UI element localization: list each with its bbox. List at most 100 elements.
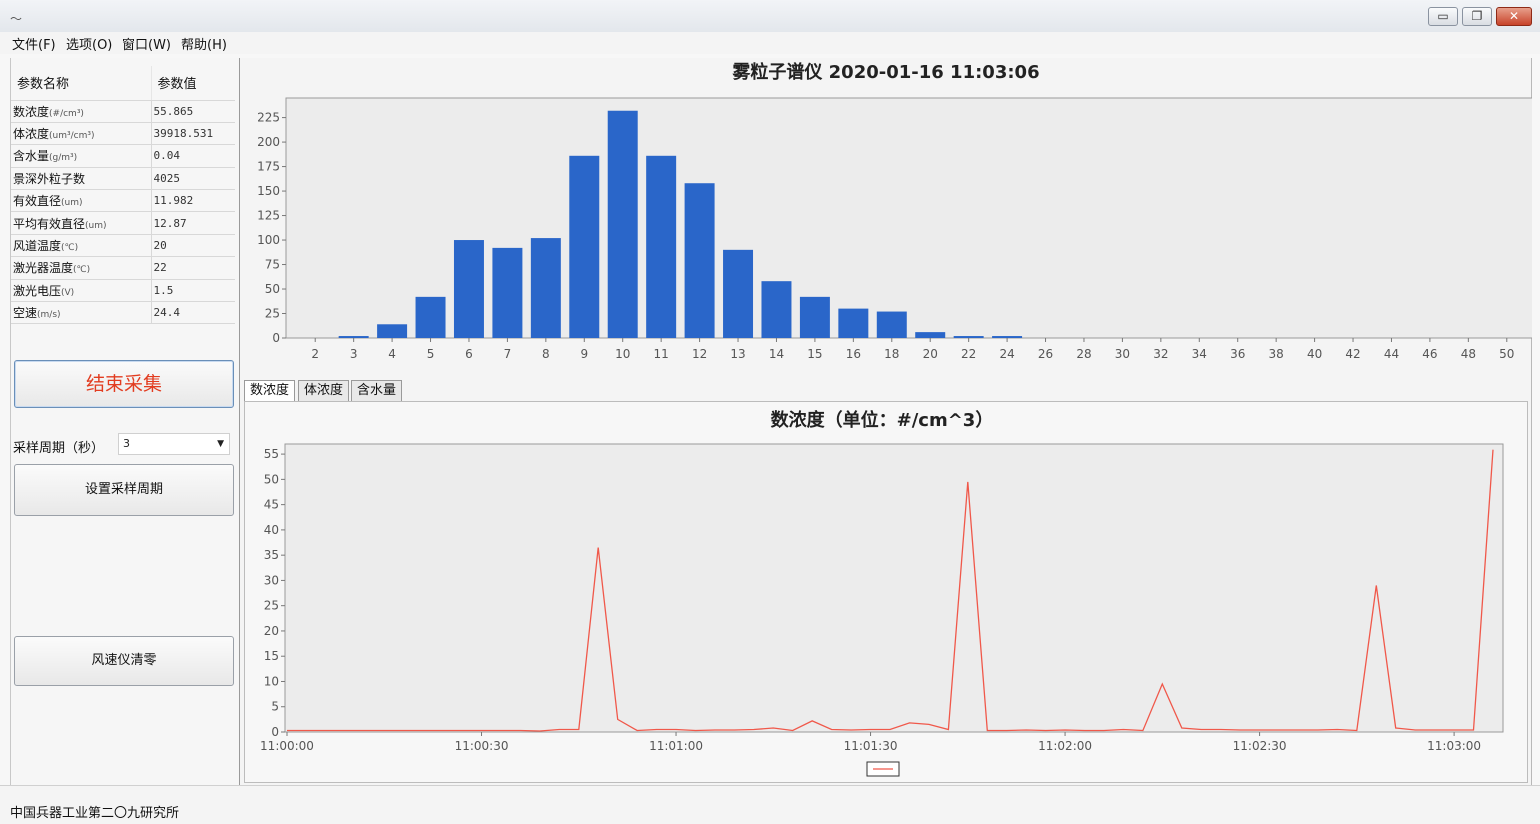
x-tick-label: 13 [730,347,745,361]
stop-collection-button[interactable]: 结束采集 [14,360,234,408]
column-header-value: 参数值 [150,66,235,101]
x-tick-label: 44 [1384,347,1399,361]
param-unit: (#/cm³) [49,108,84,119]
y-tick-label: 25 [265,307,280,321]
x-tick-label: 8 [542,347,550,361]
table-row: 含水量(g/m³) 0.04 [11,144,235,168]
size-distribution-chart: 雾粒子谱仪 2020-01-16 11:03:06 0 25 50 75 100 125 15… [240,58,1532,376]
param-name-cell: 激光电压(V) [11,279,151,303]
x-tick-label: 30 [1115,347,1130,361]
anemometer-reset-button[interactable]: 风速仪清零 [14,636,234,686]
line-chart-svg: 数浓度（单位：#/cm^3） 0 5 10 15 20 25 30 35 40 45 50 55 11:0… [260,409,1504,777]
table-header-row: 参数名称 参数值 [11,66,235,101]
x-tick-label: 22 [961,347,976,361]
param-name: 风道温度 [13,239,62,254]
param-name: 激光电压 [13,283,62,298]
table-row: 景深外粒子数 4025 [11,167,235,191]
x-tick-label: 32 [1153,347,1168,361]
param-value: 11.982 [150,189,235,213]
tab-number-concentration[interactable]: 数浓度 [244,380,296,402]
table-row: 有效直径(um) 11.982 [11,189,235,213]
param-value: 39918.531 [150,122,235,146]
y-tick-label: 175 [257,160,280,174]
x-tick-label: 11 [654,347,669,361]
tab-panel: 数浓度（单位：#/cm^3） 0 5 10 15 20 25 30 35 40 45 50 55 11:0… [244,401,1528,783]
x-tick-label: 46 [1422,347,1437,361]
x-tick-label: 15 [807,347,822,361]
param-name: 空速 [13,306,38,321]
menu-file[interactable]: 文件(F) [12,34,56,53]
bar [992,336,1023,338]
menu-window[interactable]: 窗口(W) [122,34,171,53]
plot-area [284,443,1504,733]
menu-bar: 文件(F) 选项(O) 窗口(W) 帮助(H) [0,32,1540,54]
param-unit: (g/m³) [49,153,78,164]
x-tick-label: 16 [846,347,861,361]
organization-label: 中国兵器工业第二〇九研究所 [10,806,180,821]
bar [915,332,946,338]
sampling-period-select[interactable]: 3 ▼ [118,433,230,455]
param-name-cell: 数浓度(#/cm³) [11,100,151,123]
x-tick-label: 38 [1269,347,1284,361]
set-sampling-period-button[interactable]: 设置采样周期 [14,464,234,516]
param-name: 激光器温度 [13,261,74,276]
x-tick-label: 7 [504,347,512,361]
x-tick-label: 10 [615,347,630,361]
table-row: 激光电压(V) 1.5 [11,279,235,303]
x-tick-label: 26 [1038,347,1053,361]
param-name: 含水量 [13,149,50,164]
sampling-period-value: 3 [123,437,130,450]
x-tick-label: 11:03:00 [1427,739,1481,753]
bar [530,238,561,338]
bar [838,308,869,338]
param-value: 24.4 [150,301,235,325]
menu-help[interactable]: 帮助(H) [181,34,227,53]
param-value: 20 [150,234,235,258]
menu-options[interactable]: 选项(O) [66,34,112,53]
bar [799,296,830,338]
chart-title: 数浓度（单位：#/cm^3） [771,409,994,431]
param-name: 数浓度 [13,104,50,119]
x-tick-label: 12 [692,347,707,361]
minimize-button[interactable]: ▭ [1428,7,1458,26]
tab-water-content[interactable]: 含水量 [351,380,403,402]
title-bar: ～ ▭ ❐ ✕ [0,0,1540,32]
y-tick-label: 40 [264,523,279,537]
param-name-cell: 含水量(g/m³) [11,144,151,168]
chart-area: 雾粒子谱仪 2020-01-16 11:03:06 0 25 50 75 100 125 15… [240,58,1532,785]
tab-volume-concentration[interactable]: 体浓度 [298,380,350,402]
x-tick-label: 11:00:30 [455,739,509,753]
x-tick-label: 42 [1345,347,1360,361]
y-tick-label: 225 [257,111,280,125]
y-tick-label: 25 [264,599,279,613]
bar [492,247,523,338]
y-tick-label: 200 [257,135,280,149]
bar [569,155,600,338]
param-name: 景深外粒子数 [13,171,86,186]
param-value: 1.5 [150,279,235,303]
y-tick-label: 55 [264,447,279,461]
app-window: ～ ▭ ❐ ✕ 文件(F) 选项(O) 窗口(W) 帮助(H) 参数名称 参数值… [0,0,1540,824]
y-tick-label: 100 [257,233,280,247]
bar [415,296,446,338]
y-tick-label: 20 [264,624,279,638]
maximize-button[interactable]: ❐ [1462,7,1492,26]
y-tick-label: 10 [264,674,279,688]
param-name-cell: 空速(m/s) [11,301,151,325]
close-button[interactable]: ✕ [1496,7,1532,26]
bar [453,240,484,338]
y-tick-label: 5 [271,700,279,714]
bar [876,311,907,338]
status-bar: 中国兵器工业第二〇九研究所 [0,785,1540,824]
y-tick-label: 50 [265,282,280,296]
param-name: 平均有效直径 [13,216,86,231]
param-name: 有效直径 [13,194,62,209]
table-row: 风道温度(℃) 20 [11,234,235,258]
param-value: 4025 [150,167,235,191]
bar [607,110,638,338]
bar [338,336,369,338]
x-tick-label: 11:00:00 [260,739,314,753]
y-tick-label: 150 [257,184,280,198]
param-value: 12.87 [150,211,235,235]
param-name-cell: 风道温度(℃) [11,234,151,258]
